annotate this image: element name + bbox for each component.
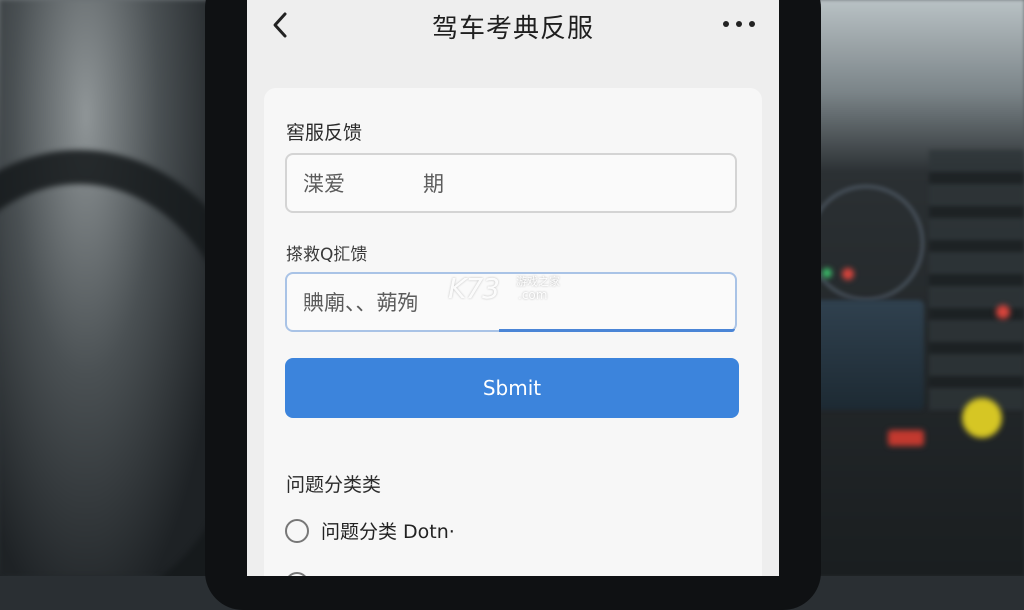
radio-button[interactable] xyxy=(285,518,309,543)
feedback-input[interactable]: 渫爱 期 xyxy=(285,153,737,213)
red-indicator-light xyxy=(996,305,1010,319)
app-header: 驾车考典反服 xyxy=(247,0,779,58)
red-indicator-bar xyxy=(888,430,924,446)
more-options-button[interactable] xyxy=(723,12,755,36)
dashboard-screen xyxy=(809,300,924,410)
input-value: 賟廟、、蒴殉 xyxy=(303,291,419,315)
input-value-part2: 期 xyxy=(423,172,444,196)
yellow-knob xyxy=(962,398,1002,438)
category-option[interactable]: 问题分类 Dotn· xyxy=(285,517,455,544)
feedback-card: 窖服反馈 渫爱 期 搽救Q㧟馈 賟廟、、蒴殉 Sbmit 问题分类类 问题分类 … xyxy=(264,88,762,576)
category-heading: 问题分类类 xyxy=(286,474,382,496)
focus-underline xyxy=(499,329,735,332)
green-indicator-light xyxy=(822,268,832,278)
input-value-part1: 渫爱 xyxy=(303,172,345,196)
dashboard-panel xyxy=(929,150,1024,410)
submit-button[interactable]: Sbmit xyxy=(285,358,739,418)
more-dot xyxy=(723,21,729,27)
field-label: 搽救Q㧟馈 xyxy=(286,245,368,265)
feedback-detail-input[interactable]: 賟廟、、蒴殉 xyxy=(285,272,737,332)
app-screen: 驾车考典反服 窖服反馈 渫爱 期 搽救Q㧟馈 賟廟、、蒴殉 Sbmit 问题分类… xyxy=(247,0,779,576)
more-dot xyxy=(749,21,755,27)
page-title: 驾车考典反服 xyxy=(431,14,594,44)
speedometer-dial xyxy=(808,185,924,301)
category-option-label: 问题分类 Dotn· xyxy=(321,521,455,543)
radio-button[interactable] xyxy=(285,572,309,576)
section-label: 窖服反馈 xyxy=(286,122,363,144)
more-dot xyxy=(736,21,742,27)
red-indicator-light xyxy=(842,268,854,280)
